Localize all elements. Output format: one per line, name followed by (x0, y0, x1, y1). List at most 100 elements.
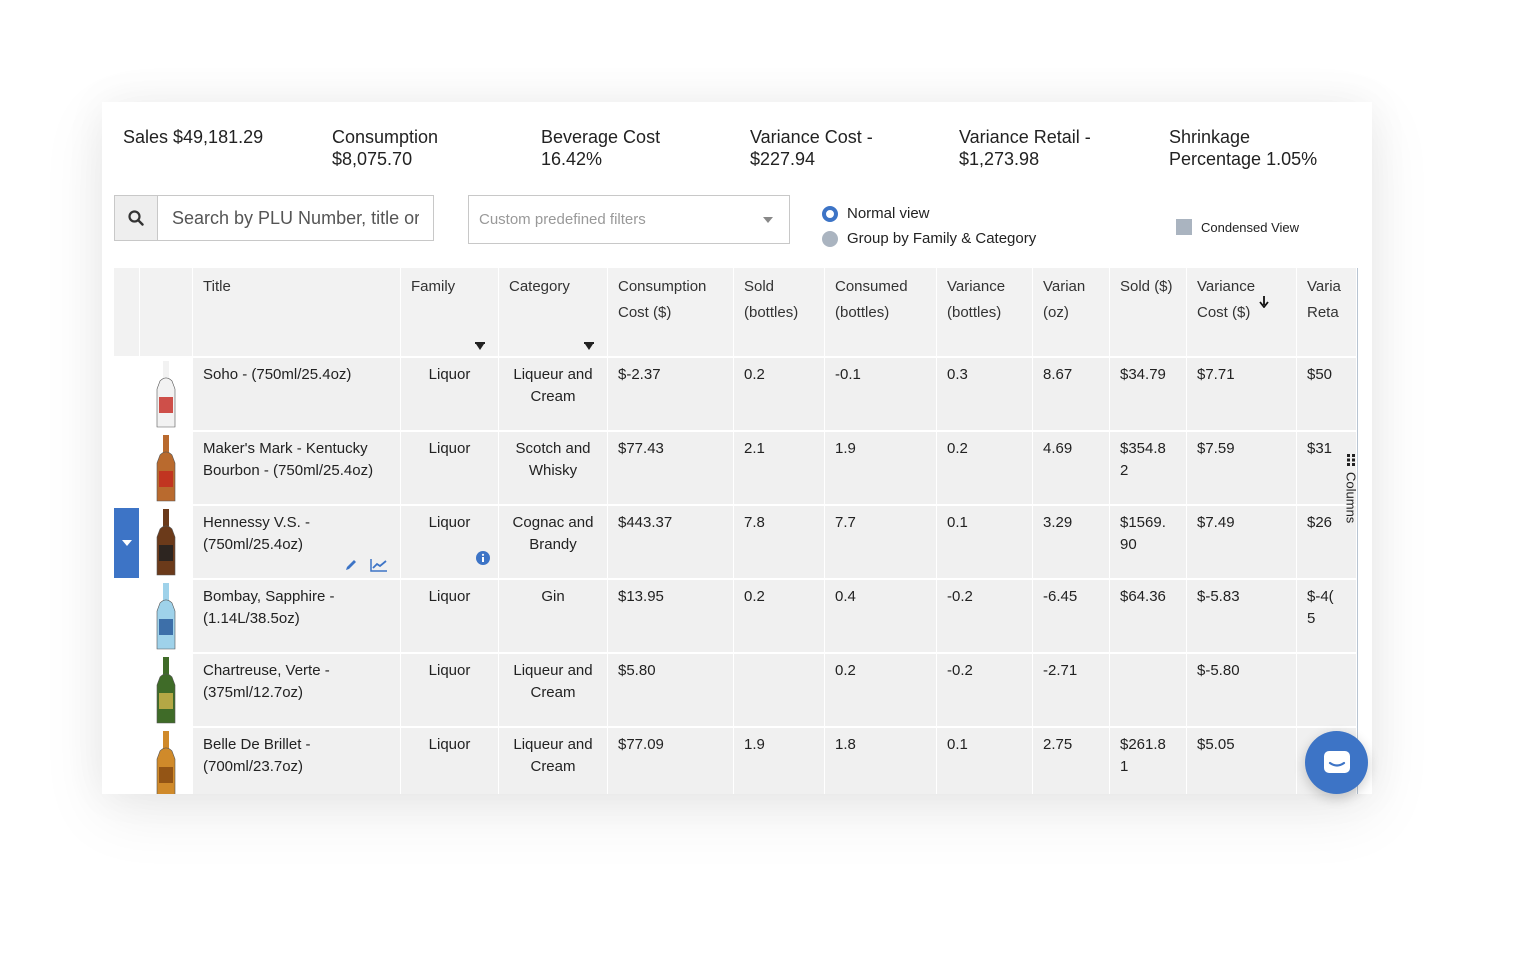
header-sold-bottles[interactable]: Sold (bottles) (734, 268, 825, 356)
columns-icon (1347, 454, 1355, 466)
sold-bottles-value: 0.2 (734, 358, 825, 432)
row-expand-cell[interactable] (114, 654, 140, 728)
variance-retail-value (1297, 654, 1357, 728)
product-category: Scotch and Whisky (499, 432, 608, 506)
product-title: Bombay, Sapphire - (1.14L/38.5oz) (193, 580, 401, 654)
header-sold-dollars[interactable]: Sold ($) (1110, 268, 1187, 356)
sold-bottles-value: 2.1 (734, 432, 825, 506)
bottle-icon (156, 361, 176, 428)
product-image (140, 432, 193, 506)
sold-dollars-value-text: $1569. 90 (1120, 514, 1166, 553)
product-family-text: Liquor (428, 662, 471, 679)
variance-cost-value-text: $7.49 (1197, 514, 1235, 531)
product-family-text: Liquor (428, 440, 471, 457)
product-title: Belle De Brillet - (700ml/23.7oz) (193, 728, 401, 794)
search-button[interactable] (115, 196, 158, 240)
consumed-bottles-value: 1.9 (825, 432, 937, 506)
header-title[interactable]: Title (193, 268, 401, 356)
condensed-view-toggle[interactable]: Condensed View (1176, 219, 1299, 235)
header-variance-cost[interactable]: Variance Cost ($) (1187, 268, 1297, 356)
variance-oz-value: -6.45 (1033, 580, 1110, 654)
row-expand-cell[interactable] (114, 580, 140, 654)
table-row[interactable]: Bombay, Sapphire - (1.14L/38.5oz) Liquor G… (114, 580, 1357, 654)
predefined-filters-select[interactable]: Custom predefined filters (468, 195, 790, 244)
checkbox-icon[interactable] (1176, 219, 1192, 235)
variance-oz-value-text: 2.75 (1043, 736, 1073, 753)
variance-cost-value: $5.05 (1187, 728, 1297, 794)
search-input[interactable] (158, 196, 433, 240)
consumed-bottles-value-text: -0.1 (835, 366, 861, 383)
header-family[interactable]: Family (401, 268, 499, 356)
info-icon[interactable] (476, 551, 490, 565)
product-family: Liquor (401, 506, 499, 580)
variance-oz-value: 8.67 (1033, 358, 1110, 432)
table-row[interactable]: Maker's Mark - Kentucky Bourbon - (750ml… (114, 432, 1357, 506)
product-category: Gin (499, 580, 608, 654)
header-variance-cost-label: Variance Cost ($) (1197, 278, 1256, 321)
variance-cost-value: $-5.83 (1187, 580, 1297, 654)
radio-group-view[interactable]: Group by Family & Category (822, 230, 1036, 247)
sold-bottles-value: 0.2 (734, 580, 825, 654)
consumption-cost-value-text: $13.95 (618, 588, 664, 605)
row-expand-cell[interactable] (114, 728, 140, 794)
product-category-text: Scotch and Whisky (515, 440, 591, 479)
variance-cost-value-text: $7.71 (1197, 366, 1235, 383)
product-family-text: Liquor (428, 736, 471, 753)
search-box (114, 195, 434, 241)
product-category-text: Cognac and Brandy (512, 514, 594, 553)
sold-bottles-value-text: 0.2 (744, 588, 765, 605)
consumption-cost-value: $13.95 (608, 580, 734, 654)
sold-dollars-value (1110, 654, 1187, 728)
chart-icon[interactable] (370, 558, 388, 572)
consumption-cost-value-text: $5.80 (618, 662, 656, 679)
columns-label: Columns (1343, 472, 1358, 524)
stat-variance-retail: Variance Retail - $1,273.98 (959, 127, 1091, 169)
filter-icon[interactable] (584, 342, 594, 350)
header-variance-bottles[interactable]: Variance (bottles) (937, 268, 1033, 356)
sold-dollars-value: $34.79 (1110, 358, 1187, 432)
sold-bottles-value-text: 7.8 (744, 514, 765, 531)
variance-bottles-value-text: 0.1 (947, 514, 968, 531)
row-expand-cell[interactable] (114, 358, 140, 432)
sold-dollars-value-text: $64.36 (1120, 588, 1166, 605)
variance-oz-value-text: 4.69 (1043, 440, 1073, 457)
variance-oz-value-text: -2.71 (1043, 662, 1078, 679)
columns-panel-tab[interactable]: Columns (1340, 454, 1358, 564)
radio-selected-icon[interactable] (822, 205, 838, 222)
header-variance-retail[interactable]: Varia Reta (1297, 268, 1357, 356)
variance-cost-value-text: $7.59 (1197, 440, 1235, 457)
table-row[interactable]: Chartreuse, Verte - (375ml/12.7oz) Liquor… (114, 654, 1357, 728)
consumed-bottles-value: -0.1 (825, 358, 937, 432)
variance-bottles-value-text: -0.2 (947, 588, 973, 605)
radio-unselected-icon[interactable] (822, 230, 838, 247)
variance-retail-value-text: $-4( 5 (1307, 588, 1334, 627)
header-variance-oz[interactable]: Varian (oz) (1033, 268, 1110, 356)
variance-cost-value-text: $-5.80 (1197, 662, 1240, 679)
consumed-bottles-value: 0.2 (825, 654, 937, 728)
table-row[interactable]: Hennessy V.S. - (750ml/25.4oz) Liquor Cogn… (114, 506, 1357, 580)
consumption-cost-value: $5.80 (608, 654, 734, 728)
radio-normal-view[interactable]: Normal view (822, 205, 930, 222)
product-family: Liquor (401, 654, 499, 728)
table-row[interactable]: Belle De Brillet - (700ml/23.7oz) Liquor L… (114, 728, 1357, 794)
consumption-cost-value-text: $77.43 (618, 440, 664, 457)
table-row[interactable]: Soho - (750ml/25.4oz) Liquor Liqueur and C… (114, 358, 1357, 432)
variance-retail-value-text: $50 (1307, 366, 1333, 383)
header-consumed-bottles[interactable]: Consumed (bottles) (825, 268, 937, 356)
header-category[interactable]: Category (499, 268, 608, 356)
row-expand-button[interactable] (114, 508, 139, 578)
chat-launcher-button[interactable] (1305, 731, 1368, 794)
pencil-icon[interactable] (344, 558, 358, 572)
row-expand-cell[interactable] (114, 432, 140, 506)
sort-down-icon[interactable] (1259, 296, 1269, 308)
variance-bottles-value: -0.2 (937, 580, 1033, 654)
stat-beverage-cost: Beverage Cost 16.42% (541, 127, 661, 169)
consumed-bottles-value-text: 1.9 (835, 440, 856, 457)
bottle-icon (156, 509, 176, 576)
stat-shrinkage: Shrinkage Percentage 1.05% (1169, 127, 1318, 169)
header-consumption-cost[interactable]: Consumption Cost ($) (608, 268, 734, 356)
variance-bottles-value-text: 0.3 (947, 366, 968, 383)
consumed-bottles-value-text: 7.7 (835, 514, 856, 531)
variance-bottles-value-text: 0.2 (947, 440, 968, 457)
filter-icon[interactable] (475, 342, 485, 350)
